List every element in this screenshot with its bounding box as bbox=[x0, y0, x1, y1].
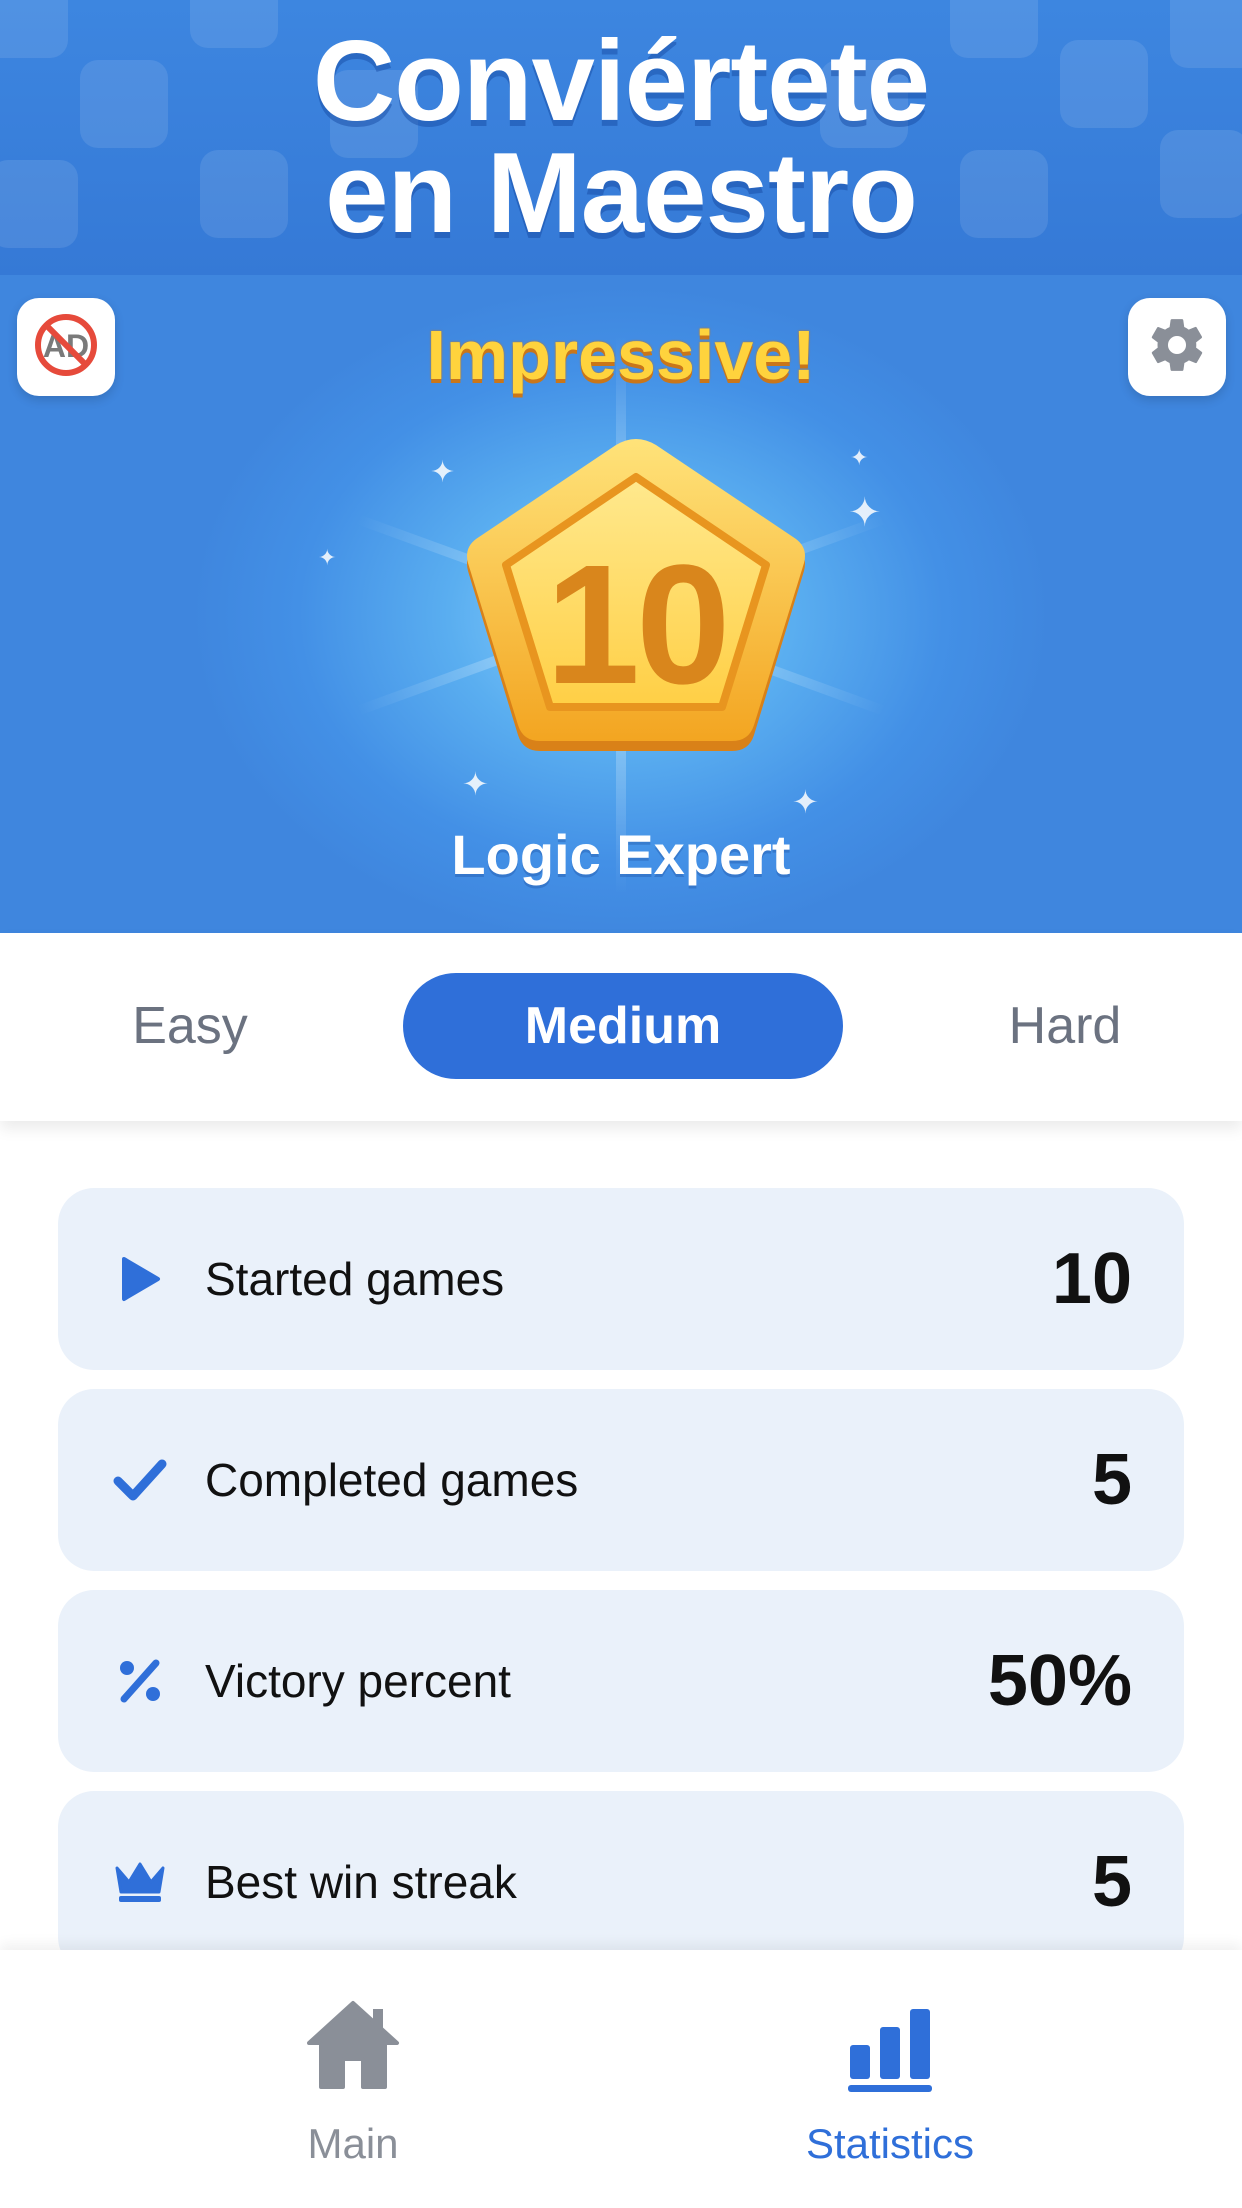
nav-statistics[interactable]: Statistics bbox=[690, 1950, 1090, 2208]
banner-title: Conviértete en Maestro bbox=[0, 18, 1242, 257]
sparkle-icon: ✦ bbox=[792, 784, 819, 820]
stat-value: 50% bbox=[987, 1641, 1132, 1721]
sparkle-icon: ✦ bbox=[318, 545, 337, 570]
nav-main[interactable]: Main bbox=[153, 1950, 553, 2208]
bar-chart-icon bbox=[840, 1995, 940, 2095]
crown-icon bbox=[110, 1852, 170, 1912]
sparkle-icon: ✦ bbox=[848, 491, 882, 535]
stat-label: Best win streak bbox=[205, 1856, 517, 1908]
percent-icon bbox=[110, 1651, 170, 1711]
stat-label: Completed games bbox=[205, 1454, 579, 1506]
banner-title-line1: Conviértete bbox=[312, 18, 930, 145]
tab-hard[interactable]: Hard bbox=[935, 973, 1195, 1079]
nav-main-label: Main bbox=[307, 2120, 399, 2167]
promo-banner: Conviértete en Maestro bbox=[0, 0, 1242, 275]
achievement-panel: AD Impressive! ✦ ✦ ✦ ✦ ✦ ✦ bbox=[0, 275, 1242, 933]
achievement-heading: Impressive! bbox=[426, 316, 816, 394]
level-number: 10 bbox=[545, 530, 730, 720]
stat-best-win-streak: Best win streak 5 bbox=[58, 1791, 1184, 1973]
stat-completed-games: Completed games 5 bbox=[58, 1389, 1184, 1571]
stat-victory-percent: Victory percent 50% bbox=[58, 1590, 1184, 1772]
stat-value: 10 bbox=[1051, 1239, 1132, 1319]
sparkle-icon: ✦ bbox=[850, 445, 869, 470]
check-icon bbox=[110, 1450, 170, 1510]
rank-title: Logic Expert bbox=[451, 823, 791, 886]
stat-started-games: Started games 10 bbox=[58, 1188, 1184, 1370]
stat-label: Started games bbox=[205, 1253, 505, 1305]
nav-statistics-label: Statistics bbox=[805, 2120, 975, 2167]
stat-value: 5 bbox=[1091, 1440, 1132, 1520]
home-icon bbox=[303, 1995, 403, 2095]
play-icon bbox=[110, 1249, 170, 1309]
difficulty-tabs: Easy Medium Hard bbox=[0, 933, 1242, 1121]
stat-label: Victory percent bbox=[205, 1655, 511, 1707]
bottom-navigation: Main Statistics bbox=[0, 1950, 1242, 2208]
banner-title-line2: en Maestro bbox=[325, 130, 918, 257]
tab-medium[interactable]: Medium bbox=[403, 973, 843, 1079]
level-badge: 10 bbox=[456, 435, 816, 785]
tab-easy[interactable]: Easy bbox=[60, 973, 320, 1079]
sparkle-icon: ✦ bbox=[430, 456, 456, 489]
stat-value: 5 bbox=[1091, 1842, 1132, 1922]
